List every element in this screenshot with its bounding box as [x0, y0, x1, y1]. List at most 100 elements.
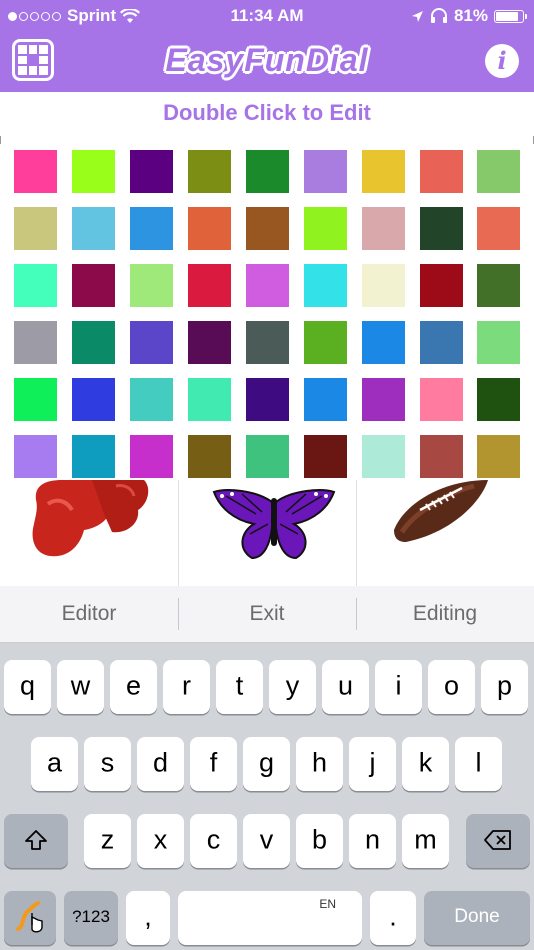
- color-swatch[interactable]: [477, 378, 520, 421]
- color-swatch[interactable]: [304, 378, 347, 421]
- color-swatch[interactable]: [304, 435, 347, 478]
- color-swatch[interactable]: [14, 150, 57, 193]
- color-swatch[interactable]: [304, 321, 347, 364]
- period-key[interactable]: .: [370, 891, 416, 945]
- color-swatch[interactable]: [14, 378, 57, 421]
- suggestion-exit[interactable]: Exit: [178, 586, 356, 642]
- color-swatch[interactable]: [477, 435, 520, 478]
- key-t[interactable]: t: [216, 660, 263, 714]
- key-z[interactable]: z: [84, 814, 131, 868]
- color-swatch[interactable]: [420, 207, 463, 250]
- color-swatch[interactable]: [188, 207, 231, 250]
- color-swatch[interactable]: [304, 207, 347, 250]
- key-c[interactable]: c: [190, 814, 237, 868]
- key-g[interactable]: g: [243, 737, 290, 791]
- color-swatch[interactable]: [420, 435, 463, 478]
- strip-divider: [356, 480, 357, 586]
- color-swatch[interactable]: [72, 264, 115, 307]
- key-f[interactable]: f: [190, 737, 237, 791]
- football-image[interactable]: [392, 480, 492, 546]
- color-swatch[interactable]: [72, 321, 115, 364]
- color-swatch[interactable]: [420, 378, 463, 421]
- done-key[interactable]: Done: [424, 891, 530, 945]
- color-swatch[interactable]: [14, 207, 57, 250]
- color-swatch[interactable]: [477, 264, 520, 307]
- key-a[interactable]: a: [31, 737, 78, 791]
- color-swatch[interactable]: [362, 378, 405, 421]
- color-swatch[interactable]: [130, 150, 173, 193]
- color-swatch[interactable]: [246, 435, 289, 478]
- color-swatch[interactable]: [130, 264, 173, 307]
- color-swatch[interactable]: [477, 321, 520, 364]
- key-x[interactable]: x: [137, 814, 184, 868]
- color-swatch[interactable]: [362, 207, 405, 250]
- color-swatch[interactable]: [477, 207, 520, 250]
- color-swatch[interactable]: [362, 150, 405, 193]
- comma-key[interactable]: ,: [126, 891, 170, 945]
- color-swatch[interactable]: [72, 207, 115, 250]
- color-swatch[interactable]: [130, 321, 173, 364]
- key-label: n: [364, 824, 381, 855]
- color-swatch[interactable]: [130, 435, 173, 478]
- color-swatch[interactable]: [188, 378, 231, 421]
- key-j[interactable]: j: [349, 737, 396, 791]
- key-label: p: [496, 670, 513, 701]
- color-swatch[interactable]: [188, 435, 231, 478]
- shift-key[interactable]: [4, 814, 68, 868]
- color-swatch[interactable]: [362, 264, 405, 307]
- key-h[interactable]: h: [296, 737, 343, 791]
- color-swatch[interactable]: [72, 150, 115, 193]
- color-swatch[interactable]: [188, 264, 231, 307]
- key-q[interactable]: q: [4, 660, 51, 714]
- key-d[interactable]: d: [137, 737, 184, 791]
- color-swatch[interactable]: [188, 321, 231, 364]
- color-swatch[interactable]: [246, 321, 289, 364]
- color-swatch[interactable]: [420, 321, 463, 364]
- color-swatch[interactable]: [130, 207, 173, 250]
- key-m[interactable]: m: [402, 814, 449, 868]
- info-button[interactable]: i: [485, 44, 519, 78]
- key-label: s: [100, 747, 115, 778]
- key-u[interactable]: u: [322, 660, 369, 714]
- color-swatch[interactable]: [362, 321, 405, 364]
- key-y[interactable]: y: [269, 660, 316, 714]
- color-swatch[interactable]: [246, 264, 289, 307]
- key-w[interactable]: w: [57, 660, 104, 714]
- key-s[interactable]: s: [84, 737, 131, 791]
- key-l[interactable]: l: [455, 737, 502, 791]
- key-b[interactable]: b: [296, 814, 343, 868]
- color-swatch[interactable]: [477, 150, 520, 193]
- color-swatch[interactable]: [72, 378, 115, 421]
- key-label: h: [311, 747, 328, 778]
- suggestion-editing[interactable]: Editing: [356, 586, 534, 642]
- color-swatch[interactable]: [362, 435, 405, 478]
- key-r[interactable]: r: [163, 660, 210, 714]
- color-swatch[interactable]: [420, 264, 463, 307]
- suggestion-editor[interactable]: Editor: [0, 586, 178, 642]
- key-k[interactable]: k: [402, 737, 449, 791]
- key-e[interactable]: e: [110, 660, 157, 714]
- butterfly-image[interactable]: [212, 488, 336, 560]
- delete-key[interactable]: [466, 814, 530, 868]
- color-swatch[interactable]: [14, 321, 57, 364]
- key-i[interactable]: i: [375, 660, 422, 714]
- color-swatch[interactable]: [246, 378, 289, 421]
- color-swatch[interactable]: [304, 264, 347, 307]
- color-swatch[interactable]: [72, 435, 115, 478]
- color-swatch[interactable]: [420, 150, 463, 193]
- color-swatch[interactable]: [304, 150, 347, 193]
- color-swatch[interactable]: [246, 207, 289, 250]
- color-swatch[interactable]: [188, 150, 231, 193]
- key-n[interactable]: n: [349, 814, 396, 868]
- color-swatch[interactable]: [14, 264, 57, 307]
- numbers-key[interactable]: ?123: [64, 891, 118, 945]
- swype-key[interactable]: [4, 891, 56, 945]
- color-swatch[interactable]: [130, 378, 173, 421]
- space-key[interactable]: EN: [178, 891, 362, 945]
- boxing-gloves-image[interactable]: [28, 480, 158, 560]
- key-o[interactable]: o: [428, 660, 475, 714]
- color-swatch[interactable]: [246, 150, 289, 193]
- key-p[interactable]: p: [481, 660, 528, 714]
- key-v[interactable]: v: [243, 814, 290, 868]
- color-swatch[interactable]: [14, 435, 57, 478]
